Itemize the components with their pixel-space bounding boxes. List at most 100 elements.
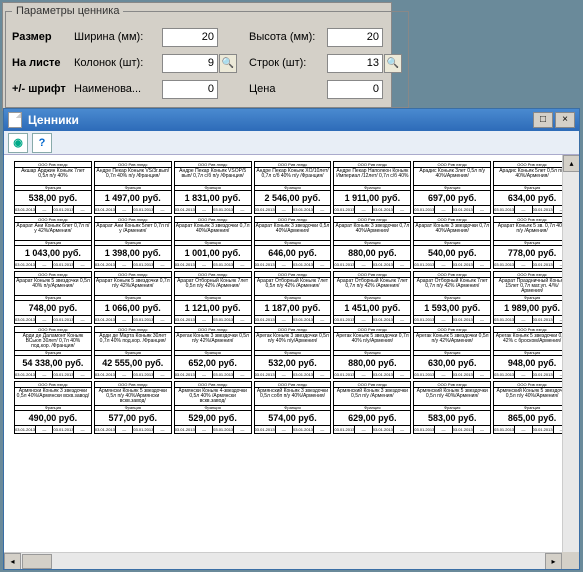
tag-product-name: Арарат Коньяк 3 звездочки 0,7л 40%/Армен… bbox=[414, 223, 490, 241]
tag-price: 1 066,00 руб. bbox=[95, 301, 171, 315]
tag-price: 748,00 руб. bbox=[15, 301, 91, 315]
price-tag-cell: ООО Рив лэндсАкшар Арджин Коньяк 7лет 0,… bbox=[14, 161, 92, 214]
price-tags-window: Ценники □ × ◉ ? ООО Рив лэндсАкшар Арджи… bbox=[3, 108, 580, 570]
tag-dates: 03.01.2013—03.01.2013— bbox=[15, 260, 91, 268]
tag-product-name: Арарат Коньяк 3 звездочки 0,5л 40%/Армен… bbox=[255, 223, 331, 241]
param-row: +/- шрифтНаименова...Цена bbox=[12, 77, 402, 101]
lookup-button[interactable]: 🔍 bbox=[384, 54, 402, 73]
scroll-up-button[interactable]: ▴ bbox=[563, 155, 579, 172]
price-tag-cell: ООО Рив лэндсАрарат Праздничный Коньяк 1… bbox=[493, 271, 571, 324]
param-label: Строк (шт): bbox=[249, 57, 327, 69]
tag-price: 646,00 руб. bbox=[255, 246, 331, 260]
tag-dates: 03.01.2013—03.01.2013— bbox=[175, 425, 251, 433]
tag-product-name: Арарат Коньяк 5 звездочки 0,7л п/у 42%/А… bbox=[95, 278, 171, 296]
scroll-right-button[interactable]: ▸ bbox=[545, 553, 562, 569]
price-tag-cell: ООО Рив лэндсАрарат Коньяк 5 звездочки 0… bbox=[14, 271, 92, 324]
param-label: Колонок (шт): bbox=[74, 57, 162, 69]
help-button[interactable]: ? bbox=[32, 133, 52, 153]
price-tag-cell: ООО Рив лэндсАрадис Коньяк 3лет 0,5л п/у… bbox=[413, 161, 491, 214]
snapshot-button[interactable]: ◉ bbox=[8, 133, 28, 153]
lookup-button[interactable]: 🔍 bbox=[219, 54, 237, 73]
titlebar[interactable]: Ценники □ × bbox=[4, 109, 579, 131]
price-tag-cell: ООО Рив лэндсАрарат Ани Коньяк 5лет 0,7л… bbox=[94, 216, 172, 269]
param-label-bold: +/- шрифт bbox=[12, 83, 74, 95]
tag-price: 1 001,00 руб. bbox=[175, 246, 251, 260]
tag-product-name: Арарат Ани Коньяк 5лет 0,7л п/у /Армения… bbox=[95, 223, 171, 241]
scroll-thumb[interactable] bbox=[22, 554, 52, 569]
scroll-left-button[interactable]: ◂ bbox=[4, 553, 21, 569]
close-button[interactable]: × bbox=[555, 112, 575, 128]
param-row: РазмерШирина (мм):Высота (мм): bbox=[12, 25, 402, 49]
tag-product-name: Арарат Отборный Коньяк 7лет 0,5л п/у 42%… bbox=[175, 278, 251, 296]
price-tag-cell: ООО Рив лэндсАрарат Коньяк 3 звездочки 0… bbox=[174, 216, 252, 269]
tag-dates: 03.01.2013—03.01.2013— bbox=[414, 370, 490, 378]
tag-product-name: Арди де Марта Коньяк 30лет 0,7л 40% под.… bbox=[95, 333, 171, 351]
tag-price: 42 555,00 руб. bbox=[95, 356, 171, 370]
tag-product-name: Арарат Коньяк 3 звездочки 0,7л 40%/Армен… bbox=[334, 223, 410, 241]
tag-price: 1 187,00 руб. bbox=[255, 301, 331, 315]
param-input[interactable] bbox=[162, 54, 218, 73]
tag-product-name: Андре Пекар Коньяк VS/3г.вып/ 0,7л 40% п… bbox=[95, 168, 171, 186]
tag-price: 577,00 руб. bbox=[95, 411, 171, 425]
window-title: Ценники bbox=[28, 113, 531, 127]
tag-dates: 03.01.2013—03.01.2013— bbox=[334, 370, 410, 378]
price-tag-cell: ООО Рив лэндсАрарат Коньяк 3 звездочки 0… bbox=[333, 216, 411, 269]
tag-dates: 03.01.2013—03.01.2013— bbox=[255, 315, 331, 323]
tag-price: 634,00 руб. bbox=[494, 191, 570, 205]
tag-dates: 03.01.2013—03.01.2013— bbox=[255, 370, 331, 378]
tag-price: 1 398,00 руб. bbox=[95, 246, 171, 260]
tag-dates: 03.01.2013—03.01.2013— bbox=[175, 260, 251, 268]
tag-product-name: Арарат Ани Коньяк 6лет 0,7л п/у 42%/Арме… bbox=[15, 223, 91, 241]
price-tag-cell: ООО Рив лэндсАрди де Даламонт Коньяк ВСь… bbox=[14, 326, 92, 379]
vertical-scrollbar[interactable]: ▴ bbox=[562, 155, 579, 552]
price-tag-cell: ООО Рив лэндсАрегак Коньяк 3 звездочки 0… bbox=[254, 326, 332, 379]
tag-product-name: Арегак Коньяк 3 звездочки 0,5л п/у 42%/А… bbox=[175, 333, 251, 351]
tag-price: 1 989,00 руб. bbox=[494, 301, 570, 315]
param-label: Наименова... bbox=[74, 83, 162, 95]
param-input[interactable] bbox=[327, 54, 383, 73]
horizontal-scrollbar[interactable]: ◂ ▸ bbox=[4, 552, 562, 569]
param-input[interactable] bbox=[162, 28, 218, 47]
tag-product-name: Арегак Коньяк 5 звездочки 0,5л 42% с бро… bbox=[494, 333, 570, 351]
price-tag-cell: ООО Рив лэндсАрарат Коньяк 3 звездочки 0… bbox=[413, 216, 491, 269]
price-tag-cell: ООО Рив лэндсАрмянский Коньяк 3 звездочк… bbox=[333, 381, 411, 434]
tag-price: 630,00 руб. bbox=[414, 356, 490, 370]
price-tag-cell: ООО Рив лэндсАрегак Коньяк 3 звездочки 0… bbox=[174, 326, 252, 379]
parameters-fieldset: Параметры ценника РазмерШирина (мм):Высо… bbox=[5, 5, 409, 108]
param-label-bold: На листе bbox=[12, 57, 74, 69]
tag-price: 948,00 руб. bbox=[494, 356, 570, 370]
tag-price: 1 497,00 руб. bbox=[95, 191, 171, 205]
price-tag-cell: ООО Рив лэндсАндре Пекар Коньяк VSOP/5 в… bbox=[174, 161, 252, 214]
tag-price: 540,00 руб. bbox=[414, 246, 490, 260]
tag-product-name: Андре Пекар Наполеон Коньяк Империал /12… bbox=[334, 168, 410, 186]
price-tag-cell: ООО Рив лэндсАндре Пекар Коньяк VS/3г.вы… bbox=[94, 161, 172, 214]
maximize-button[interactable]: □ bbox=[533, 112, 553, 128]
tag-price: 1 043,00 руб. bbox=[15, 246, 91, 260]
price-tag-cell: ООО Рив лэндсАрмянски Коньяк 5 звездочки… bbox=[94, 381, 172, 434]
param-input[interactable] bbox=[327, 80, 383, 99]
tag-dates: 03.01.2013—03.01.2013— bbox=[494, 425, 570, 433]
tag-price: 54 338,00 руб. bbox=[15, 356, 91, 370]
tag-dates: 03.01.2013—03.01.2013— bbox=[334, 315, 410, 323]
price-tag-cell: ООО Рив лэндсАрарат Отборный Коньяк 7лет… bbox=[333, 271, 411, 324]
param-label: Высота (мм): bbox=[249, 31, 327, 43]
tag-price: 574,00 руб. bbox=[255, 411, 331, 425]
param-input[interactable] bbox=[162, 80, 218, 99]
tag-dates: 03.01.2013—03.01.2013— bbox=[414, 260, 490, 268]
tag-dates: 03.01.2013—03.01.2013— bbox=[255, 260, 331, 268]
document-icon bbox=[8, 112, 22, 128]
tag-product-name: Армянский Коньяк 5 звездочки 0,5л п/у 40… bbox=[494, 388, 570, 406]
price-tag-cell: ООО Рив лэндсАрегак Коньяк 5 звездочки 0… bbox=[413, 326, 491, 379]
tag-price: 529,00 руб. bbox=[175, 411, 251, 425]
tag-product-name: Арди де Даламонт Коньяк ВСьюп 30лет/ 0,7… bbox=[15, 333, 91, 351]
tag-price: 2 546,00 руб. bbox=[255, 191, 331, 205]
tag-product-name: Армянский Коньяк 5 звездочки 0,5л п/у 40… bbox=[414, 388, 490, 406]
tag-product-name: Арадис Коньяк 3лет 0,5л п/у 40%/Армения/ bbox=[414, 168, 490, 186]
tag-dates: 03.01.2013—03.01.2013— bbox=[175, 315, 251, 323]
tag-price: 583,00 руб. bbox=[414, 411, 490, 425]
tag-price: 538,00 руб. bbox=[15, 191, 91, 205]
tag-product-name: Акшар Арджин Коньяк 7лет 0,5л п/у 40% bbox=[15, 168, 91, 186]
param-input[interactable] bbox=[327, 28, 383, 47]
price-tag-cell: ООО Рив лэндсАрарат Коньяк 5 зв. 0,7л 40… bbox=[493, 216, 571, 269]
tag-product-name: Андре Пекар Коньяк VSOP/5 вып/ 0,7л с/б … bbox=[175, 168, 251, 186]
